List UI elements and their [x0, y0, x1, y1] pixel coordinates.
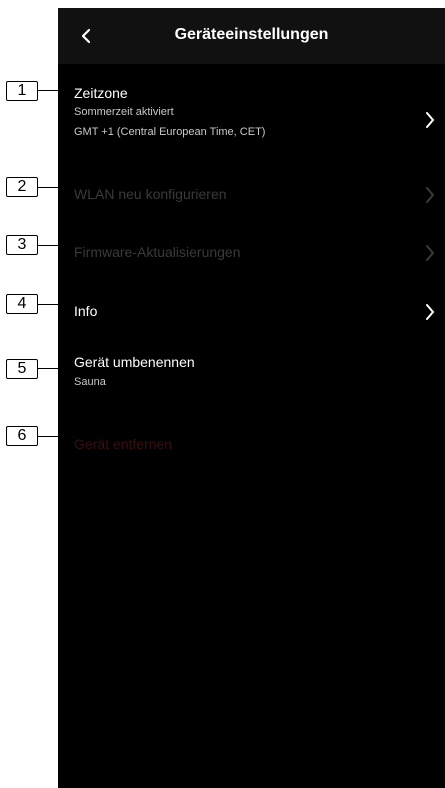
settings-item-firmware[interactable]: Firmware-Aktualisierungen [58, 234, 445, 270]
callout-4-leader [38, 304, 58, 305]
chevron-right-icon [423, 303, 437, 321]
header-bar: Geräteeinstellungen [58, 8, 445, 64]
callout-5: 5 [6, 359, 38, 379]
wifi-label: WLAN neu konfigurieren [74, 186, 227, 202]
settings-item-info[interactable]: Info [58, 293, 445, 329]
callout-3-leader [38, 245, 58, 246]
rename-label: Gerät umbenennen [74, 354, 195, 370]
page-title: Geräteeinstellungen [174, 26, 329, 43]
callout-1-leader [38, 90, 58, 91]
device-name-value: Sauna [74, 376, 106, 388]
firmware-label: Firmware-Aktualisierungen [74, 244, 241, 260]
settings-item-remove-device[interactable]: Gerät entfernen [58, 426, 445, 462]
settings-item-wifi[interactable]: WLAN neu konfigurieren [58, 176, 445, 212]
timezone-value: GMT +1 (Central European Time, CET) [74, 126, 266, 138]
callout-6: 6 [6, 426, 38, 446]
callout-3: 3 [6, 235, 38, 255]
remove-device-label: Gerät entfernen [74, 436, 173, 452]
callout-5-leader [38, 368, 58, 369]
chevron-right-icon [423, 244, 437, 262]
callout-6-leader [38, 436, 58, 437]
info-label: Info [74, 303, 98, 319]
callout-4: 4 [6, 294, 38, 314]
timezone-dst-status: Sommerzeit aktiviert [74, 106, 174, 118]
phone-screen: Geräteeinstellungen Zeitzone Sommerzeit … [58, 8, 445, 788]
callout-1: 1 [6, 81, 38, 101]
timezone-label: Zeitzone [74, 85, 128, 101]
settings-item-rename[interactable]: Gerät umbenennen Sauna [58, 352, 445, 402]
callout-2: 2 [6, 177, 38, 197]
chevron-right-icon [423, 186, 437, 204]
chevron-right-icon [423, 111, 437, 129]
settings-item-timezone[interactable]: Zeitzone Sommerzeit aktiviert GMT +1 (Ce… [58, 80, 445, 150]
callout-2-leader [38, 187, 58, 188]
